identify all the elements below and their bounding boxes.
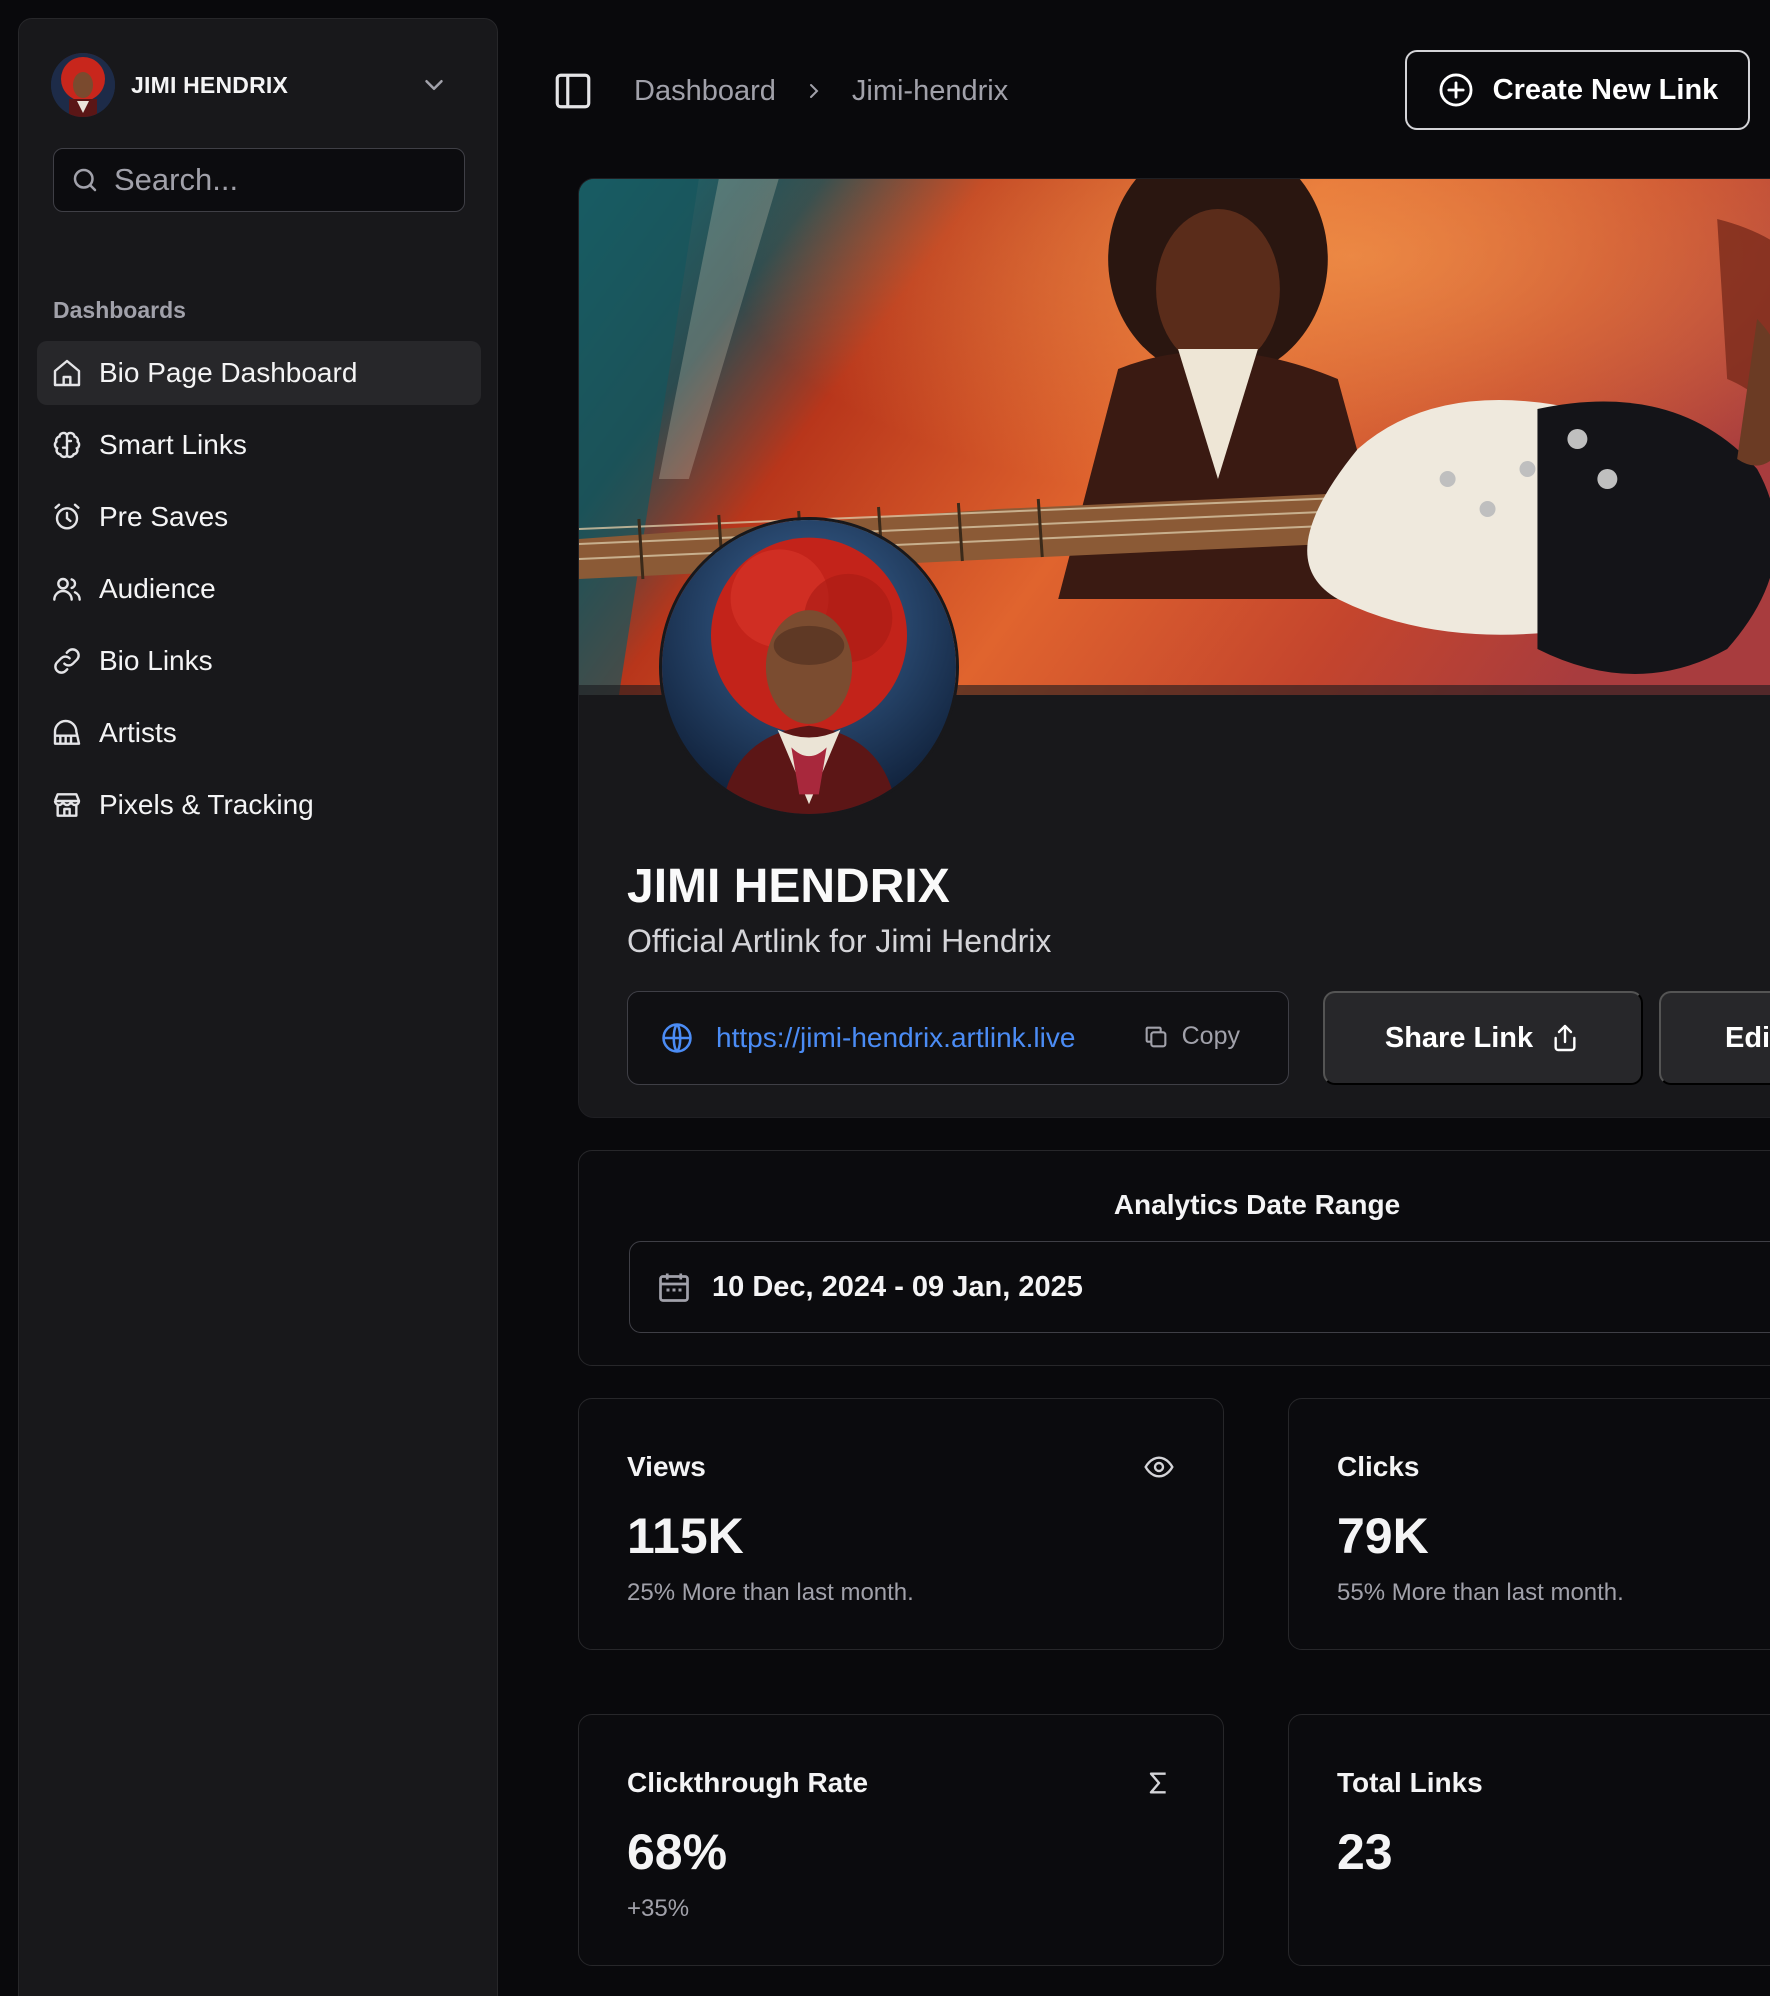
create-new-link-label: Create New Link bbox=[1492, 73, 1719, 106]
search-box bbox=[53, 148, 465, 212]
section-label-dashboards: Dashboards bbox=[53, 297, 186, 323]
artist-name: JIMI HENDRIX bbox=[627, 860, 950, 913]
chevron-down-icon[interactable] bbox=[419, 70, 449, 100]
analytics-date-range-title: Analytics Date Range bbox=[1113, 1189, 1401, 1220]
avatar bbox=[51, 53, 115, 117]
stat-note: +35% bbox=[627, 1895, 690, 1922]
artist-tagline: Official Artlink for Jimi Hendrix bbox=[627, 923, 1052, 959]
sidebar-item-audience[interactable]: Audience bbox=[37, 557, 481, 621]
alarm-clock-icon bbox=[54, 503, 80, 530]
store-icon bbox=[53, 793, 81, 817]
sidebar-item-pixels-tracking[interactable]: Pixels & Tracking bbox=[37, 773, 481, 837]
share-icon bbox=[1554, 1024, 1576, 1052]
stat-value: 79K bbox=[1337, 1508, 1429, 1564]
stat-card-clicks: Clicks 79K 55% More than last month. bbox=[1288, 1398, 1770, 1650]
home-icon bbox=[53, 359, 81, 387]
sidebar-item-artists[interactable]: Artists bbox=[37, 701, 481, 765]
profile-avatar bbox=[659, 517, 959, 817]
date-range-value: 10 Dec, 2024 - 09 Jan, 2025 bbox=[712, 1270, 1083, 1303]
sidebar-item-pre-saves[interactable]: Pre Saves bbox=[37, 485, 481, 549]
breadcrumb: Dashboard Jimi-hendrix bbox=[634, 70, 1008, 112]
sidebar-item-smart-links[interactable]: Smart Links bbox=[37, 413, 481, 477]
analytics-date-range-card: Analytics Date Range 10 Dec, 2024 - 09 J… bbox=[578, 1150, 1770, 1366]
breadcrumb-current: Jimi-hendrix bbox=[851, 74, 1009, 107]
copy-button[interactable]: Copy bbox=[1142, 1022, 1240, 1051]
stat-label: Clickthrough Rate bbox=[627, 1767, 869, 1798]
globe-icon bbox=[662, 1023, 692, 1053]
create-new-link-button[interactable]: Create New Link bbox=[1405, 50, 1750, 130]
bio-url-box: https://jimi-hendrix.artlink.live Copy bbox=[627, 991, 1289, 1085]
sidebar-item-label: Audience bbox=[99, 573, 216, 604]
sidebar-item-label: Bio Links bbox=[99, 645, 213, 676]
sidebar-toggle-icon[interactable] bbox=[552, 70, 594, 112]
calendar-icon bbox=[659, 1273, 689, 1302]
stat-value: 68% bbox=[627, 1824, 728, 1880]
stat-label: Views bbox=[627, 1451, 706, 1482]
search-input[interactable] bbox=[114, 162, 454, 198]
sigma-icon bbox=[1149, 1772, 1166, 1794]
sidebar: JIMI HENDRIX Dashboards Bio Page Dashboa… bbox=[18, 18, 498, 1996]
sidebar-item-label: Smart Links bbox=[99, 429, 247, 460]
stat-label: Total Links bbox=[1337, 1767, 1483, 1798]
stat-value: 23 bbox=[1337, 1824, 1393, 1880]
piano-icon bbox=[53, 719, 81, 745]
date-range-picker[interactable]: 10 Dec, 2024 - 09 Jan, 2025 bbox=[629, 1241, 1770, 1333]
brain-icon bbox=[53, 431, 81, 459]
account-name: JIMI HENDRIX bbox=[131, 71, 289, 98]
link-icon bbox=[54, 648, 80, 674]
share-link-button[interactable]: Share Link bbox=[1323, 991, 1643, 1085]
edit-label: Edit bbox=[1725, 1021, 1770, 1054]
stat-label: Clicks bbox=[1337, 1451, 1420, 1482]
profile-card: JIMI HENDRIX Official Artlink for Jimi H… bbox=[578, 178, 1770, 1118]
sidebar-item-label: Bio Page Dashboard bbox=[99, 357, 358, 388]
account-switcher[interactable]: JIMI HENDRIX bbox=[51, 51, 471, 119]
search-icon bbox=[73, 168, 97, 192]
sidebar-item-bio-links[interactable]: Bio Links bbox=[37, 629, 481, 693]
sidebar-item-bio-page-dashboard[interactable]: Bio Page Dashboard bbox=[37, 341, 481, 405]
copy-label: Copy bbox=[1181, 1022, 1240, 1050]
chevron-right-icon bbox=[809, 84, 819, 98]
sidebar-item-label: Pixels & Tracking bbox=[99, 789, 314, 820]
share-link-label: Share Link bbox=[1384, 1021, 1534, 1054]
plus-circle-icon bbox=[1439, 73, 1473, 107]
users-icon bbox=[53, 577, 81, 601]
stat-card-total-links: Total Links 23 bbox=[1288, 1714, 1770, 1966]
bio-url-link[interactable]: https://jimi-hendrix.artlink.live bbox=[716, 1022, 1075, 1054]
stat-note: 25% More than last month. bbox=[627, 1579, 914, 1606]
stat-card-views: Views 115K 25% More than last month. bbox=[578, 1398, 1224, 1650]
eye-icon bbox=[1144, 1456, 1174, 1478]
edit-button[interactable]: Edit bbox=[1659, 991, 1770, 1085]
app-window: JIMI HENDRIX Dashboards Bio Page Dashboa… bbox=[0, 0, 1770, 1996]
sidebar-nav: Bio Page Dashboard Smart Links Pre Saves… bbox=[37, 341, 481, 845]
breadcrumb-dashboard[interactable]: Dashboard bbox=[634, 75, 776, 108]
stat-value: 115K bbox=[627, 1508, 744, 1564]
copy-icon bbox=[1145, 1026, 1167, 1047]
sidebar-item-label: Pre Saves bbox=[99, 501, 229, 532]
sidebar-item-label: Artists bbox=[99, 717, 177, 748]
stat-card-clickthrough-rate: Clickthrough Rate 68% +35% bbox=[578, 1714, 1224, 1966]
stat-note: 55% More than last month. bbox=[1337, 1579, 1624, 1606]
